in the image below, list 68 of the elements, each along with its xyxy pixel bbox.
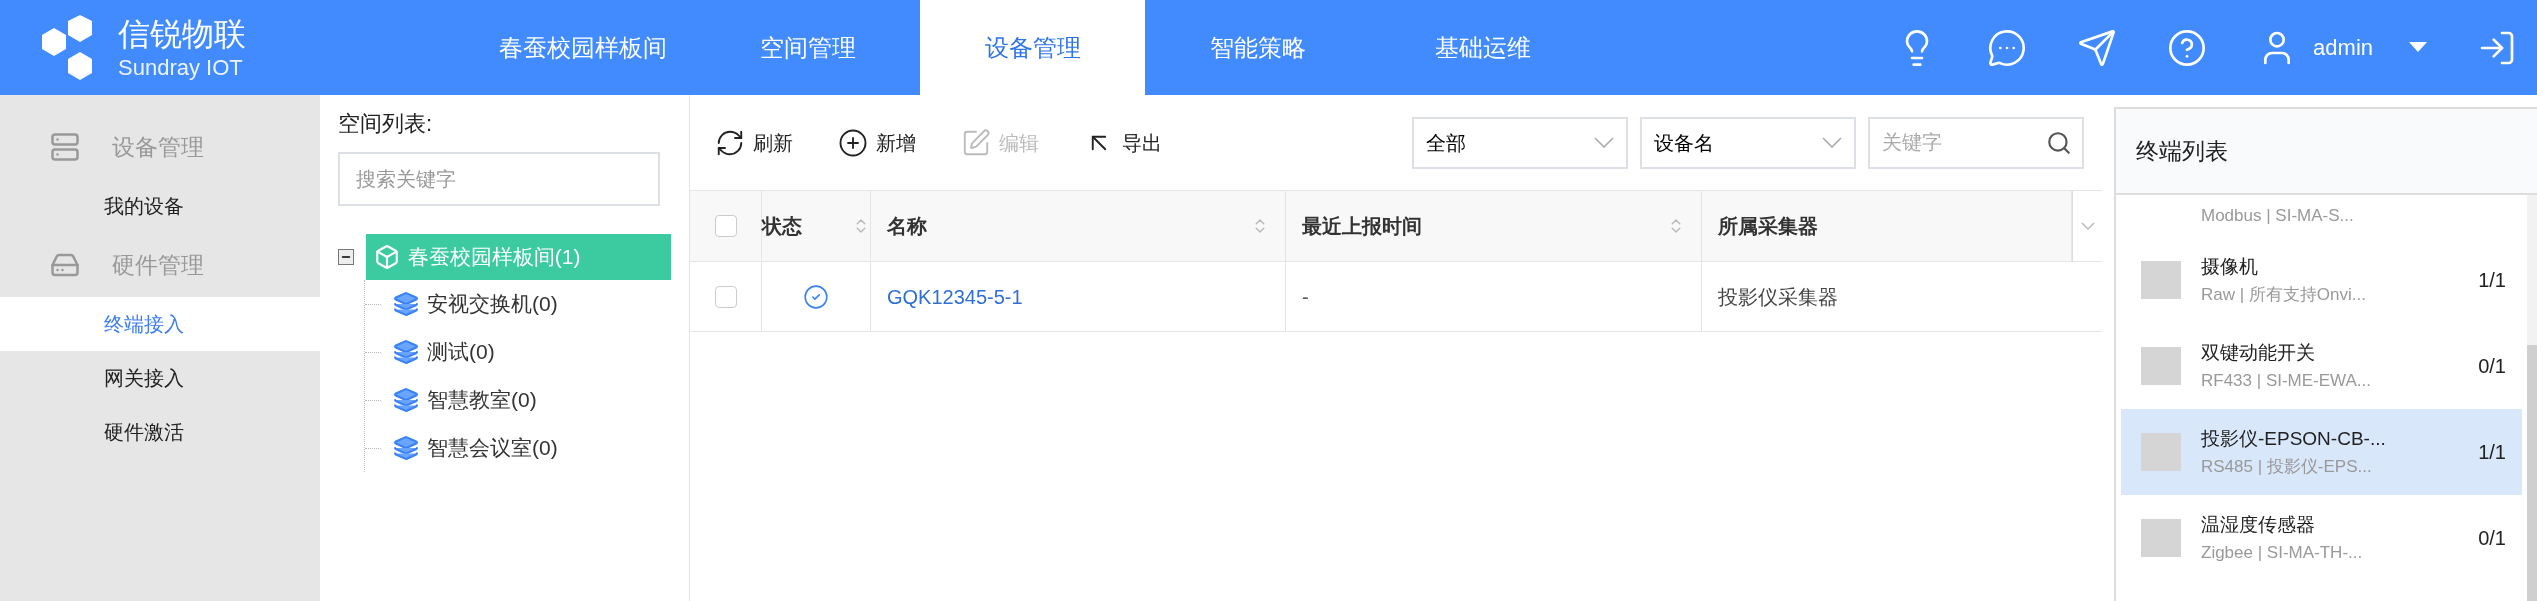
plus-icon [838,127,868,158]
photo-placeholder [2141,261,2181,299]
paper-plane-icon[interactable] [2077,27,2118,68]
layers-icon [393,435,419,461]
terminal-name: 摄像机 [2201,255,2259,279]
status-dropdown[interactable]: 全部 [1412,116,1628,169]
select-all-checkbox[interactable] [714,215,737,237]
sidebar-item[interactable]: 网关接入 [0,351,320,405]
edit-icon [961,127,991,158]
sidebar-item[interactable]: 硬件激活 [0,405,320,459]
tree-node[interactable]: 智慧会议室(0) [389,432,562,464]
column-header[interactable]: 名称 [871,191,1286,261]
field-dropdown[interactable]: 设备名 [1640,116,1856,169]
column-header[interactable]: 状态 [762,191,871,261]
terminal-detail: Modbus | SI-MA-S... [2201,205,2355,228]
search-field[interactable]: 搜索关键字 [338,152,660,206]
cube-icon [373,244,400,270]
terminal-item[interactable]: 投影仪-EPSON-CB-... RS485 | 投影仪-EPS... 1/1 [2121,409,2522,495]
terminal-detail: Zigbee | SI-MA-TH-... [2201,541,2364,564]
terminal-item[interactable]: 温湿度传感器 Zigbee | SI-MA-TH-... 0/1 [2121,495,2522,581]
terminal-count: 0/1 [2478,354,2507,379]
terminal-item[interactable]: 双键动能开关 RF433 | SI-ME-EWA... 0/1 [2121,323,2522,409]
server-icon [50,132,80,162]
panel-title: 终端列表 [2136,136,2228,166]
chat-icon[interactable] [1987,27,2028,68]
keyword-field[interactable]: 关键字 [1868,116,2084,169]
search-icon[interactable] [2046,129,2072,156]
chevron-down-icon [1594,137,1614,148]
panel-title: 空间列表: [338,110,434,138]
terminal-name: 投影仪-EPSON-CB-... [2201,427,2387,451]
tree-node[interactable]: 安视交换机(0) [389,288,562,320]
logo-subtitle: Sundray IOT [118,53,244,82]
photo-placeholder [2141,519,2181,557]
column-header[interactable]: 最近上报时间 [1286,191,1702,261]
table-cell-text: 投影仪采集器 [1718,284,1838,310]
photo-placeholder [2141,433,2181,471]
sidebar-group-label: 硬件管理 [112,250,204,280]
terminal-count: 0/1 [2478,526,2507,551]
layers-icon [393,339,419,365]
scrollbar-thumb[interactable] [2527,345,2537,601]
table-cell-text: - [1302,284,1309,310]
sidebar-item[interactable]: 终端接入 [0,297,320,351]
layers-icon [393,291,419,317]
terminal-item[interactable]: 摄像机 Raw | 所有支持Onvi... 1/1 [2121,237,2522,323]
terminal-name: 温湿度传感器 [2201,513,2316,537]
toolbar-button[interactable]: 新增 [838,127,916,158]
layers-icon [393,387,419,413]
tree-node[interactable]: 测试(0) [389,336,499,368]
chevron-down-icon [2080,222,2095,230]
nav-tab[interactable]: 设备管理 [920,0,1145,95]
chevron-down-icon [1822,137,1842,148]
sidebar-group-label: 设备管理 [112,132,204,162]
terminal-count: 1/1 [2478,440,2507,465]
caret-icon[interactable] [2409,41,2427,54]
photo-placeholder [2141,347,2181,385]
help-icon[interactable] [2167,27,2208,68]
terminal-name: 双键动能开关 [2201,341,2316,365]
toolbar-button[interactable]: 刷新 [715,127,793,158]
logo-title: 信锐物联 [118,14,246,54]
terminal-detail: Raw | 所有支持Onvi... [2201,283,2367,306]
tree-node[interactable]: 智慧教室(0) [389,384,541,416]
row-checkbox[interactable] [714,285,737,308]
toolbar-button[interactable]: 导出 [1084,127,1162,158]
device-name-link[interactable]: GQK12345-5-1 [887,281,1023,312]
terminal-detail: RF433 | SI-ME-EWA... [2201,369,2373,392]
terminal-detail: RS485 | 投影仪-EPS... [2201,455,2373,478]
terminal-count: 1/1 [2478,268,2507,293]
sidebar-item[interactable]: 我的设备 [0,179,320,233]
